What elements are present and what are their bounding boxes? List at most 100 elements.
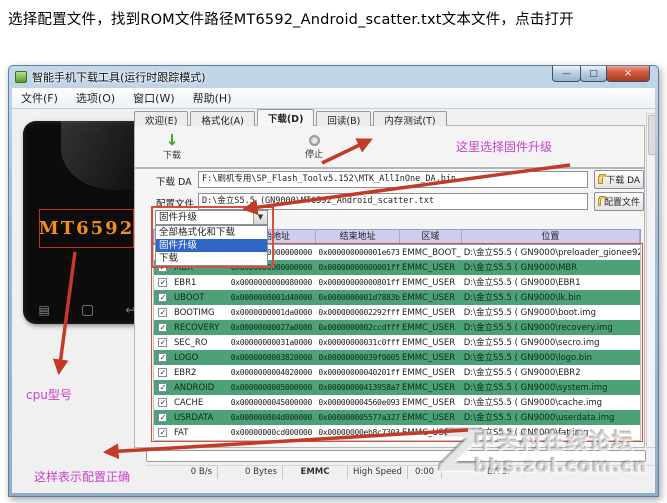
region: EMMC_USER (402, 412, 456, 423)
start-address: 0x000000004d000000 (230, 412, 313, 422)
stop-circle-icon (308, 135, 320, 146)
tutorial-caption: 选择配置文件，找到ROM文件路径MT6592_Android_scatter.t… (8, 12, 574, 28)
checkbox-checked-icon[interactable]: ✓ (158, 397, 168, 407)
scrollbar-thumb[interactable] (648, 115, 655, 155)
checkbox-checked-icon[interactable]: ✓ (158, 382, 168, 392)
table-row[interactable]: ✓ FAT 0x00000000cd000000 0x00000000eb8c7303… (154, 425, 640, 440)
region: EMMC_USER (402, 352, 456, 363)
folder-icon (598, 195, 606, 206)
checkbox-checked-icon[interactable]: ✓ (158, 307, 168, 317)
end-address: 0x00000000eb8c7303 (318, 427, 400, 437)
row-checkbox-cell[interactable]: ✓ (154, 306, 172, 320)
tab-welcome[interactable]: 欢迎(E) (134, 111, 189, 127)
end-address: 0x0000000001d7883b (318, 292, 400, 302)
partition-name: UBOOT (173, 292, 205, 303)
maximize-button[interactable]: □ (580, 66, 607, 82)
da-browse-button[interactable]: 下载 DA (594, 170, 644, 189)
row-checkbox-cell[interactable]: ✓ (154, 276, 172, 290)
mode-option-firmware-upgrade[interactable]: 固件升级 (156, 239, 267, 252)
menu-options[interactable]: 选项(O) (67, 88, 124, 108)
end-address: 0x00000000413958a7 (318, 382, 400, 392)
partition-name: CACHE (173, 397, 204, 408)
row-checkbox-cell[interactable]: ✓ (154, 321, 172, 335)
checkbox-checked-icon[interactable]: ✓ (158, 427, 168, 437)
checkbox-checked-icon[interactable]: ✓ (158, 352, 168, 362)
da-path-input[interactable]: F:\刷机专用\SP_Flash_Toolv5.152\MTK_AllInOne… (198, 171, 588, 188)
table-row[interactable]: ✓ EBR1 0x0000000000080000 0x00000000000801f… (154, 275, 640, 290)
tab-format[interactable]: 格式化(A) (190, 111, 255, 127)
partition-name: RECOVERY (173, 322, 220, 333)
mode-option-download[interactable]: 下载 (156, 252, 267, 265)
region: EMMC_USER (402, 292, 456, 303)
toolbar: ↓ 下载 停止 (134, 125, 645, 168)
start-address: 0x0000000005000000 (230, 382, 313, 392)
region: EMMC_USER (402, 307, 456, 318)
checkbox-checked-icon[interactable]: ✓ (158, 277, 168, 287)
row-checkbox-cell[interactable]: ✓ (154, 381, 172, 395)
checkbox-checked-icon[interactable]: ✓ (158, 337, 168, 347)
partition-name: LOGO (173, 352, 199, 363)
flash-tool-window: 智能手机下载工具(运行时跟踪模式) — □ × 文件(F) 选项(O) 窗口(W… (8, 65, 659, 497)
start-address: 0x0000000001da0000 (230, 307, 313, 317)
table-row[interactable]: ✓ UBOOT 0x0000000001d40000 0x0000000001d788… (154, 290, 640, 305)
table-row[interactable]: ✓ RECOVERY 0x00000000027a0000 0x0000000002c… (154, 320, 640, 335)
menu-help[interactable]: 帮助(H) (184, 88, 241, 108)
table-row[interactable]: ✓ BOOTIMG 0x0000000001da0000 0x000000000229… (154, 305, 640, 320)
checkbox-checked-icon[interactable]: ✓ (158, 412, 168, 422)
checkbox-checked-icon[interactable]: ✓ (158, 367, 168, 377)
stop-button[interactable]: 停止 (291, 129, 337, 166)
table-row[interactable]: ✓ LOGO 0x0000000003820000 0x00000000039f000… (154, 350, 640, 365)
status-speed-mode: High Speed (348, 466, 408, 479)
close-button[interactable]: × (606, 66, 650, 82)
end-address: 0x00000000039f0005 (318, 352, 400, 362)
scatter-path-combobox[interactable]: D:\金立S5.5 (GN9000\MT6592_Android_scatter… (198, 193, 588, 210)
row-checkbox-cell[interactable]: ✓ (154, 291, 172, 305)
mode-dropdown[interactable]: 固件升级 ▼ (155, 210, 268, 225)
checkbox-checked-icon[interactable]: ✓ (158, 292, 168, 302)
file-location: D:\金立S5.5 ( GN9000\secro.img (463, 337, 600, 348)
table-row[interactable]: ✓ USRDATA 0x000000004d000000 0x000000005577… (154, 410, 640, 425)
checkbox-checked-icon[interactable]: ✓ (158, 322, 168, 332)
table-row[interactable]: ✓ ANDROID 0x0000000005000000 0x000000004139… (154, 380, 640, 395)
scatter-browse-button[interactable]: 配置文件 (594, 192, 644, 211)
region: EMMC_USER (402, 382, 456, 393)
mode-option-format-download[interactable]: 全部格式化和下载 (156, 226, 267, 239)
file-location: D:\金立S5.5 ( GN9000\EBR1 (463, 277, 581, 288)
row-checkbox-cell[interactable]: ✓ (154, 336, 172, 350)
mode-dropdown-list: 全部格式化和下载 固件升级 下载 (155, 225, 268, 266)
end-address: 0x00000000000801ff (318, 277, 400, 287)
tab-readback[interactable]: 回读(B) (316, 111, 372, 127)
file-location: D:\金立S5.5 ( GN9000\recovery.img (463, 322, 613, 333)
table-row[interactable]: ✓ EBR2 0x0000000004020000 0x00000000040201f… (154, 365, 640, 380)
menu-file[interactable]: 文件(F) (12, 88, 67, 108)
download-button[interactable]: ↓ 下载 (149, 129, 195, 166)
vertical-scrollbar[interactable] (646, 113, 655, 448)
partition-name: FAT (173, 427, 189, 438)
tab-download[interactable]: 下载(D) (256, 109, 315, 126)
row-checkbox-cell[interactable]: ✓ (154, 426, 172, 440)
file-location: D:\金立S5.5 ( GN9000\cache.img (463, 397, 603, 408)
row-checkbox-cell[interactable]: ✓ (154, 366, 172, 380)
partition-name: EBR2 (173, 367, 197, 378)
title-bar[interactable]: 智能手机下载工具(运行时跟踪模式) — □ × (9, 66, 658, 87)
chevron-down-icon[interactable]: ▼ (253, 211, 267, 224)
tab-memorytest[interactable]: 内存测试(T) (373, 111, 447, 127)
partition-table-body: ✓PRELOADER0x00000000000000000x0000000000… (153, 245, 641, 441)
table-row[interactable]: ✓ CACHE 0x0000000045000000 0x000000004560e0… (154, 395, 640, 410)
file-location: D:\金立S5.5 ( GN9000\lk.bin (463, 292, 582, 303)
table-row[interactable]: ✓ SEC_RO 0x00000000031a0000 0x00000000031c0… (154, 335, 640, 350)
cpu-model-text: MT6592 (38, 218, 135, 239)
phone-speaker (74, 128, 100, 131)
row-checkbox-cell[interactable]: ✓ (154, 351, 172, 365)
row-checkbox-cell[interactable]: ✓ (154, 411, 172, 425)
tab-bar: 欢迎(E) 格式化(A) 下载(D) 回读(B) 内存测试(T) (134, 109, 449, 127)
minimize-button[interactable]: — (552, 66, 581, 82)
header-location: 位置 (462, 230, 640, 244)
end-address: 0x0000000002292fff (318, 307, 400, 317)
partition-name: USRDATA (173, 412, 214, 423)
menu-window[interactable]: 窗口(W) (124, 88, 183, 108)
partition-name: ANDROID (173, 382, 215, 393)
row-checkbox-cell[interactable]: ✓ (154, 396, 172, 410)
status-extra: DA 3. (487, 467, 511, 477)
partition-name: BOOTIMG (173, 307, 215, 318)
